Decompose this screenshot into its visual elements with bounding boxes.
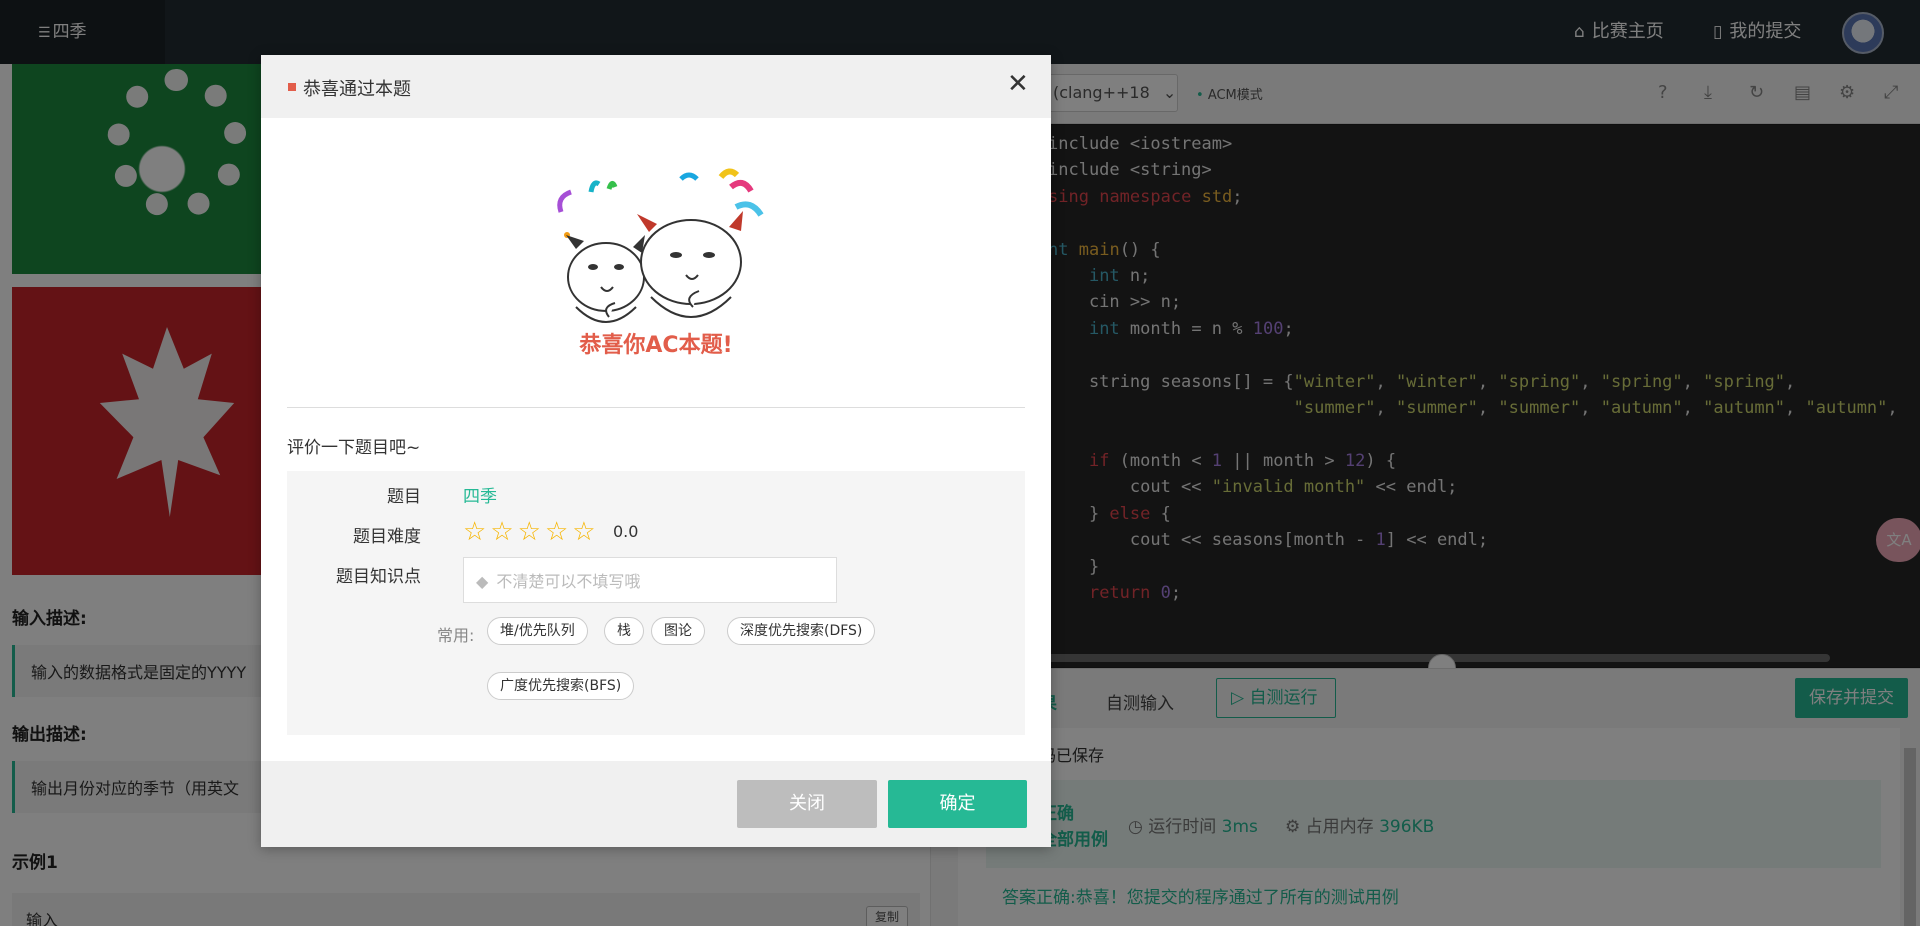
- congrats-message: 恭喜你AC本题!: [579, 333, 733, 358]
- tag-chip[interactable]: 图论: [651, 617, 705, 645]
- star-icon[interactable]: ☆: [545, 519, 568, 545]
- modal-title: 恭喜通过本题: [303, 79, 411, 100]
- rate-prompt: 评价一下题目吧~: [287, 438, 421, 458]
- star-icon[interactable]: ☆: [463, 519, 486, 545]
- common-tags-label: 常用:: [437, 626, 475, 645]
- confirm-button[interactable]: 确定: [888, 780, 1027, 828]
- knowledge-placeholder: 不清楚可以不填写哦: [496, 572, 641, 591]
- star-icon[interactable]: ☆: [490, 519, 513, 545]
- close-button[interactable]: 关闭: [737, 780, 877, 828]
- modal-divider: [287, 407, 1025, 408]
- tag-chip[interactable]: 广度优先搜索(BFS): [487, 672, 635, 700]
- title-marker-icon: [288, 83, 296, 91]
- star-icon[interactable]: ☆: [572, 519, 595, 545]
- knowledge-input[interactable]: ◆ 不清楚可以不填写哦: [463, 557, 837, 603]
- tag-icon: ◆: [476, 572, 489, 591]
- difficulty-label: 题目难度: [353, 527, 421, 547]
- tag-chip[interactable]: 深度优先搜索(DFS): [727, 617, 876, 645]
- problem-name-link[interactable]: 四季: [463, 482, 497, 507]
- star-icon[interactable]: ☆: [518, 519, 541, 545]
- rating-panel: 题目 四季 题目难度 ☆ ☆ ☆ ☆ ☆ 0.0 题目知识点 ◆ 不清楚可以不填写哦 常用…: [287, 471, 1025, 735]
- tag-chip[interactable]: 堆/优先队列: [487, 617, 588, 645]
- difficulty-stars[interactable]: ☆ ☆ ☆ ☆ ☆: [463, 519, 600, 545]
- tag-chip[interactable]: 栈: [604, 617, 644, 645]
- ac-success-modal: 恭喜通过本题 ✕ 恭喜你AC本题! 评价一下题目吧~ 题目 四季 题目难度 ☆ ☆…: [261, 55, 1051, 847]
- difficulty-score: 0.0: [613, 522, 639, 541]
- knowledge-label: 题目知识点: [336, 567, 421, 587]
- problem-label: 题目: [387, 487, 421, 507]
- close-icon[interactable]: ✕: [1007, 69, 1029, 99]
